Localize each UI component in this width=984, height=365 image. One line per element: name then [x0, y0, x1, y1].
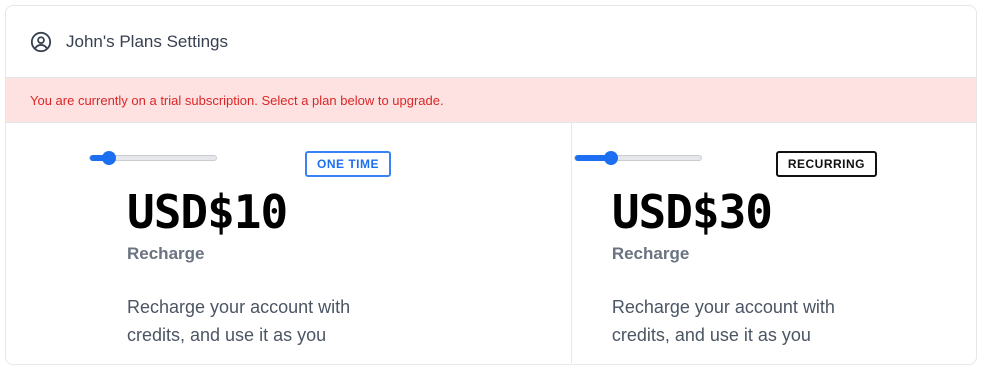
page-title: John's Plans Settings [66, 31, 229, 51]
plan-slider-thumb[interactable] [603, 151, 618, 165]
plan-price: USD$30 [611, 185, 773, 239]
plan-card-one-time: ONE TIME USD$10 Recharge Recharge your a… [6, 123, 571, 363]
plan-slider-one-time[interactable] [89, 151, 217, 165]
card-header: John's Plans Settings [6, 6, 976, 78]
plan-type-badge-one-time: ONE TIME [305, 151, 392, 177]
plan-card-recurring: RECURRING USD$30 Recharge Recharge your … [570, 123, 976, 363]
plan-type-badge-recurring: RECURRING [775, 151, 877, 177]
plan-name: Recharge [611, 244, 690, 263]
plan-description: Recharge your account with credits, and … [127, 297, 351, 345]
user-circle-icon [30, 31, 52, 53]
trial-alert-message: You are currently on a trial subscriptio… [30, 92, 444, 108]
plan-slider-thumb[interactable] [102, 151, 116, 165]
plans-settings-card: John's Plans Settings You are currently … [5, 5, 977, 365]
plan-description: Recharge your account with credits, and … [611, 297, 835, 345]
plan-price: USD$10 [127, 185, 288, 239]
plans-row: ONE TIME USD$10 Recharge Recharge your a… [6, 123, 976, 363]
trial-alert: You are currently on a trial subscriptio… [6, 78, 976, 123]
plan-slider-recurring[interactable] [573, 151, 702, 165]
plan-name: Recharge [127, 244, 205, 263]
